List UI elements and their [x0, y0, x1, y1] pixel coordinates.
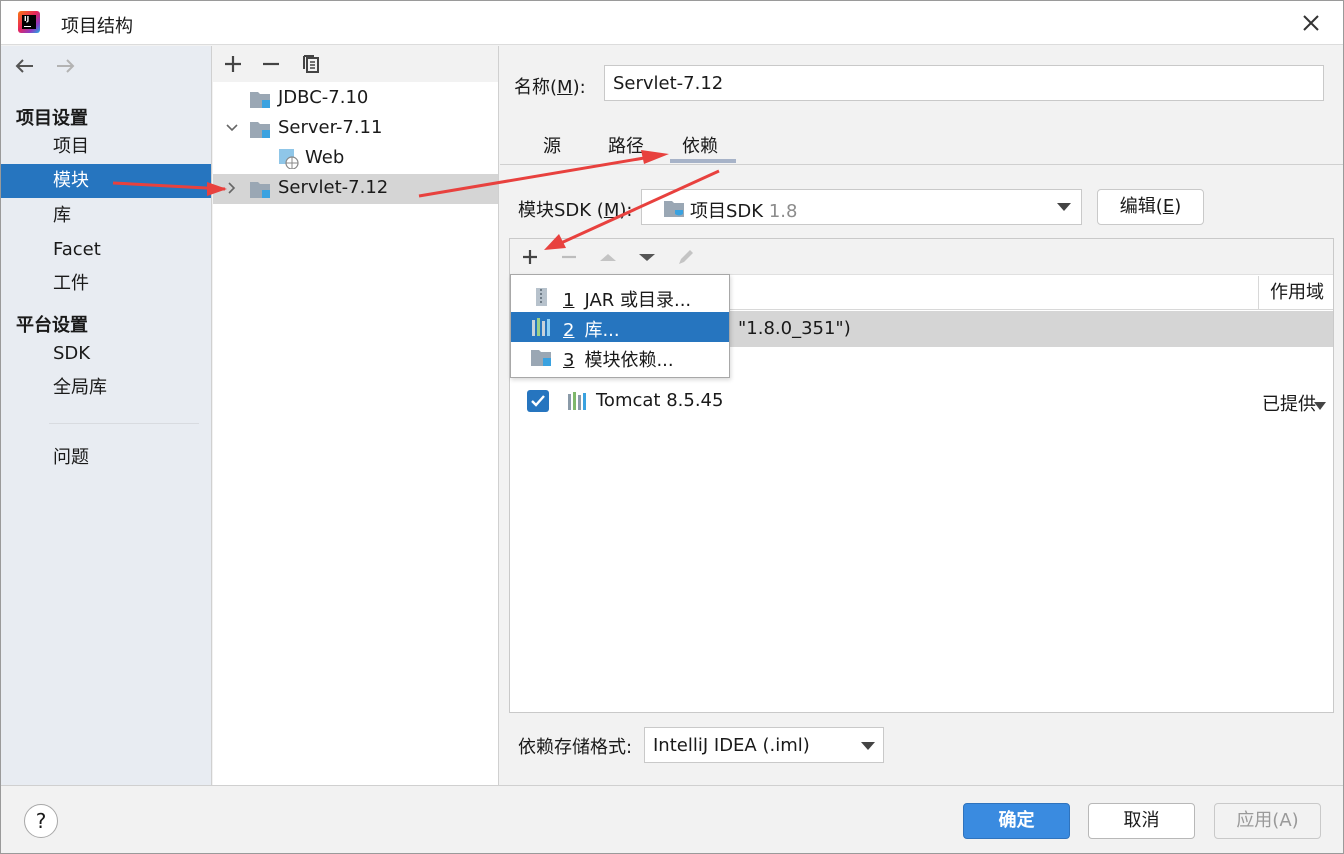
- remove-dependency-icon[interactable]: [557, 245, 581, 269]
- dependency-tomcat-label: Tomcat 8.5.45: [596, 390, 724, 411]
- scope-dropdown[interactable]: 已提供: [1262, 390, 1326, 416]
- module-icon: [531, 350, 551, 366]
- nav-divider: [49, 423, 199, 424]
- edit-sdk-button[interactable]: 编辑(E): [1097, 189, 1204, 225]
- remove-icon[interactable]: [259, 52, 283, 76]
- tree-item-label: JDBC-7.10: [278, 87, 369, 108]
- add-icon[interactable]: [221, 52, 245, 76]
- nav-item-problems[interactable]: 问题: [1, 441, 211, 475]
- add-dependency-icon[interactable]: [518, 245, 542, 269]
- menu-item-module-dependency[interactable]: 3 模块依赖...: [511, 342, 729, 372]
- export-checkbox[interactable]: [527, 390, 549, 412]
- chevron-down-icon[interactable]: [225, 121, 239, 135]
- chevron-right-icon[interactable]: [225, 181, 239, 195]
- tree-item-web[interactable]: Web: [213, 144, 498, 174]
- dependency-row-tomcat[interactable]: Tomcat 8.5.45 已提供: [510, 384, 1333, 420]
- nav-item-global-libraries[interactable]: 全局库: [1, 371, 211, 405]
- window-title: 项目结构: [61, 16, 133, 37]
- tab-sources[interactable]: 源: [543, 132, 561, 158]
- web-facet-icon: [279, 149, 299, 169]
- intellij-logo-icon: IJ: [18, 11, 40, 33]
- forward-arrow-icon[interactable]: [53, 54, 77, 78]
- module-folder-icon: [250, 122, 270, 138]
- tree-toolbar: [213, 46, 498, 82]
- tree-item-label: Web: [305, 147, 345, 168]
- module-sdk-label: 模块SDK (M):: [518, 200, 633, 221]
- tree-item-label: Server-7.11: [278, 117, 383, 138]
- dependencies-toolbar: [510, 239, 1333, 275]
- library-icon: [532, 318, 550, 336]
- ok-button[interactable]: 确定: [963, 803, 1070, 839]
- scope-column-header: 作用域: [1258, 276, 1333, 310]
- menu-item-label: 1 JAR 或目录...: [563, 290, 692, 311]
- dropdown-arrow-icon: [1314, 402, 1326, 410]
- jar-icon: [536, 288, 547, 306]
- tree-item-label: Servlet-7.12: [278, 177, 389, 198]
- dropdown-arrow-icon: [1057, 203, 1071, 211]
- nav-section-platform-settings: 平台设置: [16, 315, 88, 336]
- active-tab-indicator: [670, 159, 736, 163]
- nav-item-libraries[interactable]: 库: [1, 199, 211, 233]
- tree-item-server[interactable]: Server-7.11: [213, 114, 498, 144]
- dialog-button-bar: ? 确定 取消 应用(A): [1, 785, 1343, 853]
- title-bar: IJ 项目结构: [1, 1, 1343, 45]
- nav-item-modules[interactable]: 模块: [1, 164, 211, 198]
- edit-pencil-icon[interactable]: [674, 245, 698, 269]
- project-structure-dialog: IJ 项目结构 项目设置 项目 模块 库 Facet 工件 平台设置 SDK 全…: [0, 0, 1344, 854]
- storage-format-dropdown[interactable]: IntelliJ IDEA (.iml): [644, 727, 884, 763]
- apply-button[interactable]: 应用(A): [1214, 803, 1321, 839]
- storage-format-value: IntelliJ IDEA (.iml): [653, 735, 810, 756]
- dependency-jdk-label: "1.8.0_351"): [738, 318, 851, 339]
- settings-sidebar: 项目设置 项目 模块 库 Facet 工件 平台设置 SDK 全局库 问题: [1, 46, 212, 785]
- cancel-button[interactable]: 取消: [1088, 803, 1195, 839]
- menu-item-label: 2 库...: [563, 320, 620, 341]
- library-icon: [568, 392, 586, 410]
- move-down-icon[interactable]: [635, 245, 659, 269]
- nav-item-facets[interactable]: Facet: [1, 233, 211, 267]
- module-settings-panel: 名称(M): 源 路径 依赖 模块SDK (M): 项目SDK 1.8 编辑(E…: [500, 46, 1343, 785]
- menu-item-label: 3 模块依赖...: [563, 350, 674, 371]
- module-sdk-value: 项目SDK 1.8: [690, 201, 798, 222]
- nav-item-artifacts[interactable]: 工件: [1, 267, 211, 301]
- menu-item-library[interactable]: 2 库...: [511, 312, 729, 342]
- module-folder-icon: [250, 92, 270, 108]
- module-folder-icon: [250, 182, 270, 198]
- dropdown-arrow-icon: [861, 742, 875, 750]
- help-button[interactable]: ?: [24, 804, 58, 838]
- back-arrow-icon[interactable]: [13, 54, 37, 78]
- tree-item-servlet[interactable]: Servlet-7.12: [213, 174, 498, 204]
- sdk-folder-icon: [664, 201, 684, 217]
- close-icon[interactable]: [1297, 9, 1325, 37]
- move-up-icon[interactable]: [596, 245, 620, 269]
- add-dependency-menu: 1 JAR 或目录... 2 库... 3 模块依赖...: [510, 274, 730, 378]
- nav-section-project-settings: 项目设置: [16, 108, 88, 129]
- module-name-input[interactable]: [604, 65, 1324, 101]
- tabs-divider: [500, 164, 1343, 165]
- module-sdk-dropdown[interactable]: 项目SDK 1.8: [641, 189, 1082, 225]
- tree-item-jdbc[interactable]: JDBC-7.10: [213, 84, 498, 114]
- copy-icon[interactable]: [299, 52, 323, 76]
- name-label: 名称(M):: [514, 77, 586, 98]
- module-tree-panel: JDBC-7.10 Server-7.11 Web Servlet-7.12: [213, 46, 499, 785]
- menu-item-jar-directory[interactable]: 1 JAR 或目录...: [511, 282, 729, 312]
- nav-item-project[interactable]: 项目: [1, 130, 211, 164]
- nav-item-sdks[interactable]: SDK: [1, 337, 211, 371]
- tab-paths[interactable]: 路径: [608, 132, 644, 158]
- tab-dependencies[interactable]: 依赖: [682, 132, 718, 158]
- storage-format-label: 依赖存储格式:: [518, 737, 633, 758]
